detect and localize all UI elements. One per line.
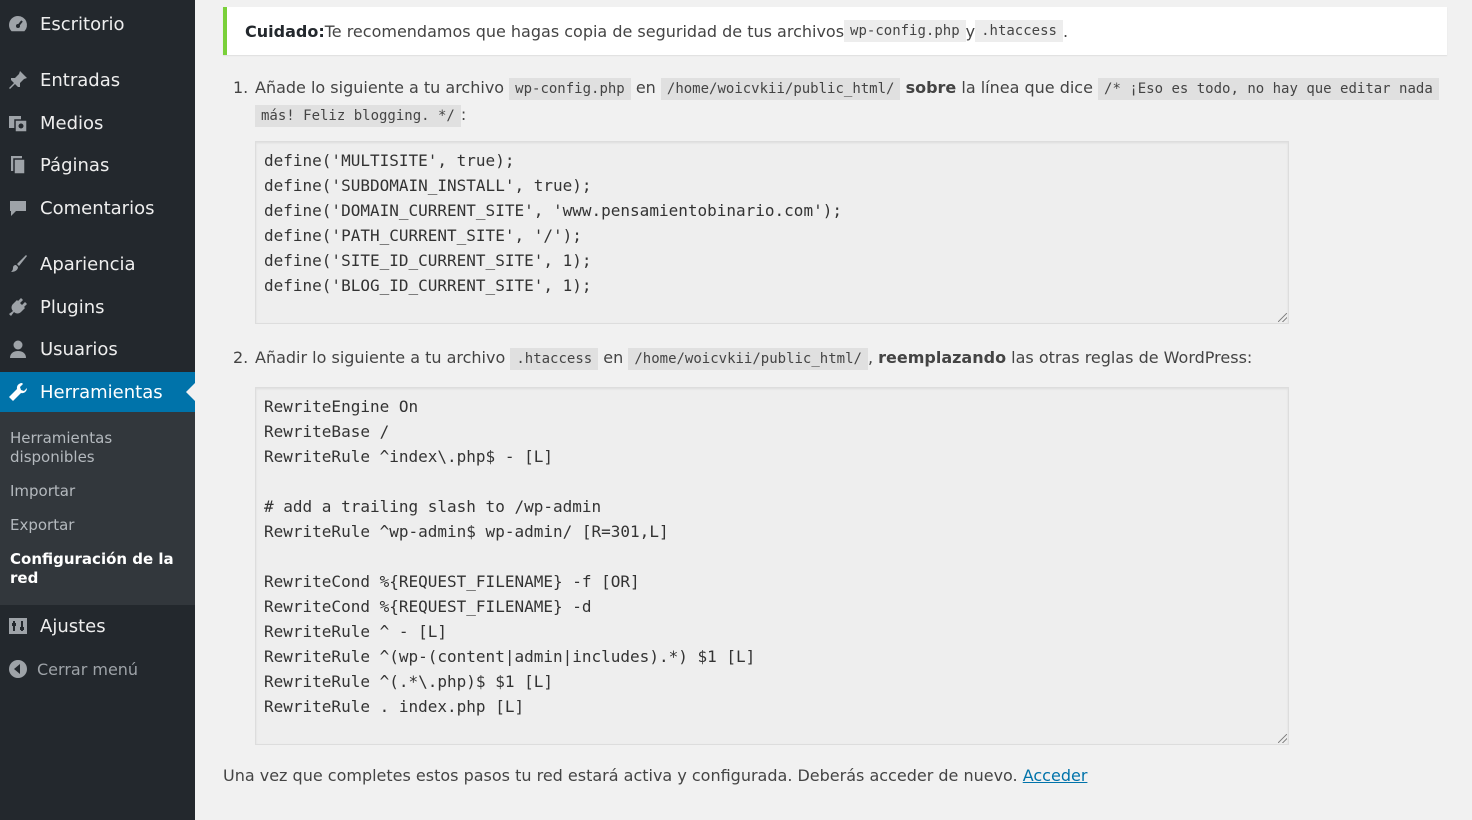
code-line: RewriteRule ^(wp-(content|admin|includes… (264, 647, 756, 666)
notice-and: y (965, 21, 976, 41)
menu-label: Comentarios (40, 197, 155, 219)
code-lines: RewriteEngine On RewriteBase / RewriteRule… (264, 394, 1280, 719)
step-1-line-2: más! Feliz blogging. */: (255, 102, 1445, 129)
step-2-text-en: en (598, 348, 629, 367)
code-line: RewriteRule ^(.*\.php)$ $1 [L] (264, 672, 553, 691)
submenu-item-configuracion-red[interactable]: Configuración de la red (10, 550, 190, 588)
step-number: 1. (233, 78, 249, 97)
submenu-item-importar[interactable]: Importar (10, 482, 190, 501)
menu-label: Cerrar menú (37, 659, 139, 679)
menu-label: Ajustes (40, 615, 106, 637)
final-message: Una vez que completes estos pasos tu red… (223, 766, 1087, 785)
settings-icon (7, 615, 29, 637)
login-link[interactable]: Acceder (1023, 766, 1088, 785)
code-line: RewriteCond %{REQUEST_FILENAME} -f [OR] (264, 572, 640, 591)
wrench-icon (7, 381, 29, 403)
step-1-code-path: /home/woicvkii/public_html/ (660, 78, 901, 100)
step-1-code-comment-b: más! Feliz blogging. */ (255, 105, 461, 127)
user-icon (7, 338, 29, 360)
menu-item-ajustes[interactable]: Ajustes (0, 606, 195, 646)
step-number: 2. (233, 348, 249, 367)
step-1-text: Añade lo siguiente a tu archivo (255, 78, 510, 97)
notice-file-htaccess: .htaccess (975, 20, 1063, 42)
brush-icon (7, 253, 29, 275)
menu-item-comentarios[interactable]: Comentarios (0, 188, 195, 228)
submenu-item-exportar[interactable]: Exportar (10, 516, 190, 535)
menu-label: Apariencia (40, 253, 136, 275)
code-line: define('BLOG_ID_CURRENT_SITE', 1); (264, 276, 592, 295)
tools-submenu: Herramientas disponibles Importar Export… (0, 412, 195, 605)
submenu-item-herramientas-disponibles[interactable]: Herramientas disponibles (10, 429, 190, 467)
step-1-code-file: wp-config.php (509, 78, 631, 100)
step-2-text: Añadir lo siguiente a tu archivo (255, 348, 511, 367)
notice-strong: Cuidado: (245, 21, 325, 41)
step-1-line-1: Añade lo siguiente a tu archivo wp-confi… (255, 75, 1445, 102)
code-line: RewriteBase / (264, 422, 390, 441)
step-2-text-end: las otras reglas de WordPress: (1006, 348, 1253, 367)
media-icon (7, 112, 29, 134)
step-2-code-file: .htaccess (510, 348, 599, 370)
step-1-text-en: en (630, 78, 661, 97)
menu-label: Entradas (40, 69, 121, 91)
pages-icon (7, 154, 29, 176)
step-2-comma: , (867, 348, 879, 367)
pushpin-icon (7, 69, 29, 91)
comment-icon (7, 197, 29, 219)
collapse-menu-button[interactable]: Cerrar menú (0, 649, 195, 689)
step-1-strong: sobre (905, 78, 957, 97)
step-2-strong: reemplazando (878, 348, 1007, 367)
code-line: RewriteRule ^ - [L] (264, 622, 448, 641)
step-2-code-path: /home/woicvkii/public_html/ (628, 348, 868, 370)
admin-sidebar: Escritorio Entradas Medios Páginas Comen… (0, 0, 195, 820)
plug-icon (7, 296, 29, 318)
menu-item-apariencia[interactable]: Apariencia (0, 244, 195, 284)
htaccess-code-textarea[interactable]: RewriteEngine On RewriteBase / RewriteRule… (255, 387, 1289, 745)
menu-label: Plugins (40, 296, 105, 318)
code-line: RewriteRule ^wp-admin$ wp-admin/ [R=301,… (264, 522, 669, 541)
menu-label: Páginas (40, 154, 110, 176)
collapse-arrow-icon (7, 658, 29, 680)
code-line: RewriteEngine On (264, 397, 419, 416)
code-line: RewriteCond %{REQUEST_FILENAME} -d (264, 597, 592, 616)
code-line: define('MULTISITE', true); (264, 151, 515, 170)
main-content: Cuidado: Te recomendamos que hagas copia… (195, 0, 1472, 820)
menu-item-herramientas[interactable]: Herramientas (0, 372, 195, 412)
menu-label: Herramientas (40, 381, 163, 403)
menu-label: Usuarios (40, 338, 118, 360)
dashboard-icon (7, 13, 29, 35)
step-1-colon: : (460, 105, 467, 124)
code-line: define('SUBDOMAIN_INSTALL', true); (264, 176, 592, 195)
code-line: define('DOMAIN_CURRENT_SITE', 'www.pensa… (264, 201, 842, 220)
menu-label: Escritorio (40, 13, 125, 35)
menu-item-medios[interactable]: Medios (0, 103, 195, 143)
resize-handle-icon[interactable] (1278, 313, 1287, 322)
step-1-code-comment-a: /* ¡Eso es todo, no hay que editar nada (1098, 78, 1439, 100)
wp-config-code-textarea[interactable]: define('MULTISITE', true); define('SUBDOM… (255, 141, 1289, 324)
menu-item-plugins[interactable]: Plugins (0, 287, 195, 327)
menu-item-paginas[interactable]: Páginas (0, 145, 195, 185)
menu-label: Medios (40, 112, 104, 134)
notice-end: . (1062, 21, 1069, 41)
menu-item-entradas[interactable]: Entradas (0, 60, 195, 100)
code-line: # add a trailing slash to /wp-admin (264, 497, 602, 516)
menu-item-usuarios[interactable]: Usuarios (0, 329, 195, 369)
step-1-text-line: la línea que dice (956, 78, 1099, 97)
code-line: define('SITE_ID_CURRENT_SITE', 1); (264, 251, 592, 270)
code-line: define('PATH_CURRENT_SITE', '/'); (264, 226, 582, 245)
code-lines: define('MULTISITE', true); define('SUBDOM… (264, 148, 1280, 298)
code-line: RewriteRule . index.php [L] (264, 697, 525, 716)
resize-handle-icon[interactable] (1278, 734, 1287, 743)
menu-item-escritorio[interactable]: Escritorio (0, 4, 195, 44)
warning-notice: Cuidado: Te recomendamos que hagas copia… (223, 7, 1447, 55)
code-line: RewriteRule ^index\.php$ - [L] (264, 447, 553, 466)
notice-file-wp-config: wp-config.php (844, 20, 966, 42)
notice-text: Te recomendamos que hagas copia de segur… (324, 21, 845, 41)
final-text: Una vez que completes estos pasos tu red… (223, 766, 1023, 785)
